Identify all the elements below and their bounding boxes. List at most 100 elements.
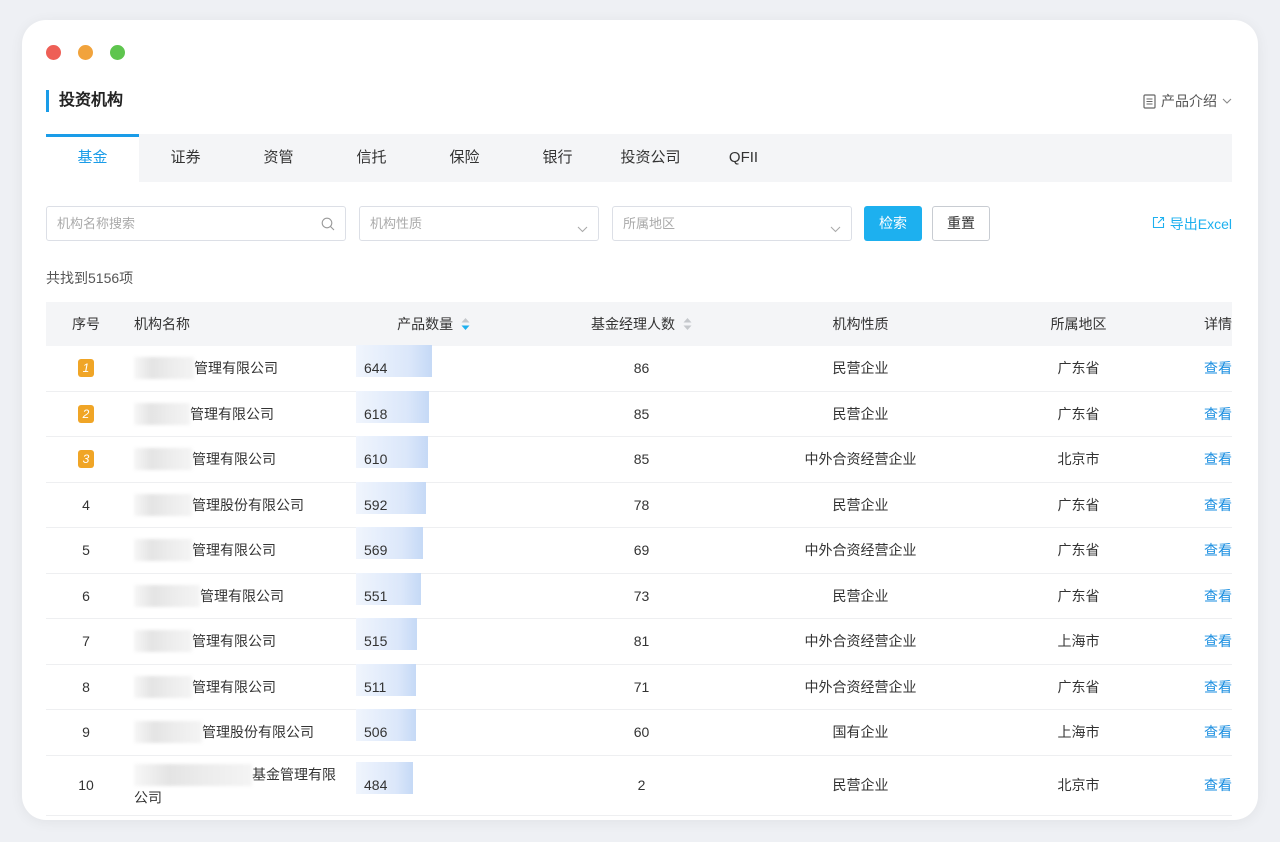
view-detail-link[interactable]: 查看 <box>1204 633 1232 649</box>
product-intro-dropdown[interactable]: 产品介绍 <box>1143 91 1232 111</box>
table-row: 2 管理有限公司 618 85 民营企业 广东省 查看 <box>46 390 1232 437</box>
tab-fund[interactable]: 基金 <box>46 134 139 182</box>
cell-type: 民营企业 <box>832 360 889 377</box>
region-select-input[interactable] <box>613 207 851 240</box>
redacted-name <box>134 630 192 653</box>
cell-index: 8 <box>46 679 126 695</box>
search-input[interactable] <box>47 207 345 240</box>
row-index: 10 <box>78 777 94 793</box>
cell-detail: 查看 <box>1175 495 1232 515</box>
institution-name: 管理有限公司 <box>192 542 276 559</box>
type-select-input[interactable] <box>360 207 598 240</box>
cell-detail: 查看 <box>1175 404 1232 424</box>
row-index: 6 <box>82 587 90 604</box>
cell-managers: 81 <box>633 633 650 650</box>
cell-detail: 查看 <box>1175 677 1232 697</box>
search-icon[interactable] <box>321 217 335 236</box>
table-row: 4 管理股份有限公司 592 78 民营企业 广东省 查看 <box>46 481 1232 528</box>
cell-name: 管理股份有限公司 <box>126 721 354 744</box>
view-detail-link[interactable]: 查看 <box>1204 406 1232 422</box>
cell-name: 管理股份有限公司 <box>126 493 354 516</box>
app-window: 投资机构 产品介绍 基金 证券 资管 信托 保险 银行 投资公司 QFII 机构… <box>22 20 1258 820</box>
close-window-button[interactable] <box>46 45 61 60</box>
product-count: 592 <box>364 496 388 513</box>
view-detail-link[interactable]: 查看 <box>1204 724 1232 740</box>
section-header: 投资机构 产品介绍 <box>46 90 1232 114</box>
rank-badge: 1 <box>78 359 94 378</box>
tab-asset-management[interactable]: 资管 <box>232 134 325 182</box>
cell-managers: 69 <box>633 542 650 559</box>
cell-index: 9 <box>46 724 126 740</box>
export-excel-link[interactable]: 导出Excel <box>1152 214 1232 234</box>
cell-index: 4 <box>46 497 126 513</box>
maximize-window-button[interactable] <box>110 45 125 60</box>
row-index: 8 <box>82 678 90 695</box>
cell-name: 管理有限公司 <box>126 630 354 653</box>
search-field <box>46 206 346 241</box>
sort-icon[interactable] <box>683 317 692 334</box>
cell-type: 民营企业 <box>832 587 889 604</box>
institution-name: 管理有限公司 <box>200 587 284 604</box>
region-select[interactable] <box>612 206 852 241</box>
header-name: 机构名称 <box>134 316 190 332</box>
view-detail-link[interactable]: 查看 <box>1204 679 1232 695</box>
header-index: 序号 <box>72 316 100 332</box>
tab-qfii[interactable]: QFII <box>697 134 790 182</box>
tab-investment-company[interactable]: 投资公司 <box>604 134 697 182</box>
product-intro-label: 产品介绍 <box>1161 93 1217 109</box>
export-icon <box>1152 216 1165 232</box>
result-count: 共找到5156项 <box>46 270 134 286</box>
cell-managers: 2 <box>637 777 646 793</box>
minimize-window-button[interactable] <box>78 45 93 60</box>
reset-button[interactable]: 重置 <box>932 206 990 241</box>
view-detail-link[interactable]: 查看 <box>1204 542 1232 558</box>
redacted-name <box>134 763 252 786</box>
view-detail-link[interactable]: 查看 <box>1204 777 1232 793</box>
product-count: 506 <box>364 724 388 741</box>
document-icon <box>1143 93 1156 109</box>
tab-trust[interactable]: 信托 <box>325 134 418 182</box>
view-detail-link[interactable]: 查看 <box>1204 588 1232 604</box>
view-detail-link[interactable]: 查看 <box>1204 360 1232 376</box>
cell-region: 上海市 <box>1057 633 1100 650</box>
cell-region: 广东省 <box>1057 405 1100 422</box>
cell-index: 2 <box>46 404 126 423</box>
search-button[interactable]: 检索 <box>864 206 922 241</box>
cell-detail: 查看 <box>1175 540 1232 560</box>
table-row: 3 管理有限公司 610 85 中外合资经营企业 北京市 查看 <box>46 436 1232 483</box>
institution-name: 管理股份有限公司 <box>192 496 304 513</box>
tab-bank[interactable]: 银行 <box>511 134 604 182</box>
institution-table: 序号 机构名称 产品数量 基金经理人数 机构性质 所属地区 详情 1 管理有限公… <box>46 302 1232 816</box>
cell-index: 5 <box>46 542 126 558</box>
row-index: 5 <box>82 542 90 559</box>
cell-products: 506 <box>354 709 544 742</box>
cell-managers: 73 <box>633 587 650 604</box>
cell-type: 国有企业 <box>832 724 889 741</box>
sort-icon[interactable] <box>461 317 470 334</box>
header-products[interactable]: 产品数量 <box>354 314 544 334</box>
header-managers[interactable]: 基金经理人数 <box>544 314 739 334</box>
cell-type: 中外合资经营企业 <box>804 542 917 559</box>
product-count: 644 <box>364 360 388 377</box>
tab-securities[interactable]: 证券 <box>139 134 232 182</box>
cell-detail: 查看 <box>1175 631 1232 651</box>
cell-region: 北京市 <box>1057 451 1100 468</box>
cell-products: 592 <box>354 481 544 514</box>
cell-name: 基金管理有限公司 <box>126 763 354 807</box>
view-detail-link[interactable]: 查看 <box>1204 497 1232 513</box>
cell-name: 管理有限公司 <box>126 402 354 425</box>
cell-region: 广东省 <box>1057 587 1100 604</box>
institution-name: 管理股份有限公司 <box>202 724 314 741</box>
table-row: 6 管理有限公司 551 73 民营企业 广东省 查看 <box>46 572 1232 619</box>
chevron-down-icon <box>577 220 588 238</box>
view-detail-link[interactable]: 查看 <box>1204 451 1232 467</box>
cell-region: 广东省 <box>1057 360 1100 377</box>
product-count: 511 <box>364 678 387 695</box>
header-products-label: 产品数量 <box>397 316 454 332</box>
cell-region: 广东省 <box>1057 496 1100 513</box>
type-select[interactable] <box>359 206 599 241</box>
redacted-name <box>134 402 190 425</box>
tab-insurance[interactable]: 保险 <box>418 134 511 182</box>
cell-index: 1 <box>46 359 126 378</box>
table-header: 序号 机构名称 产品数量 基金经理人数 机构性质 所属地区 详情 <box>46 302 1232 346</box>
